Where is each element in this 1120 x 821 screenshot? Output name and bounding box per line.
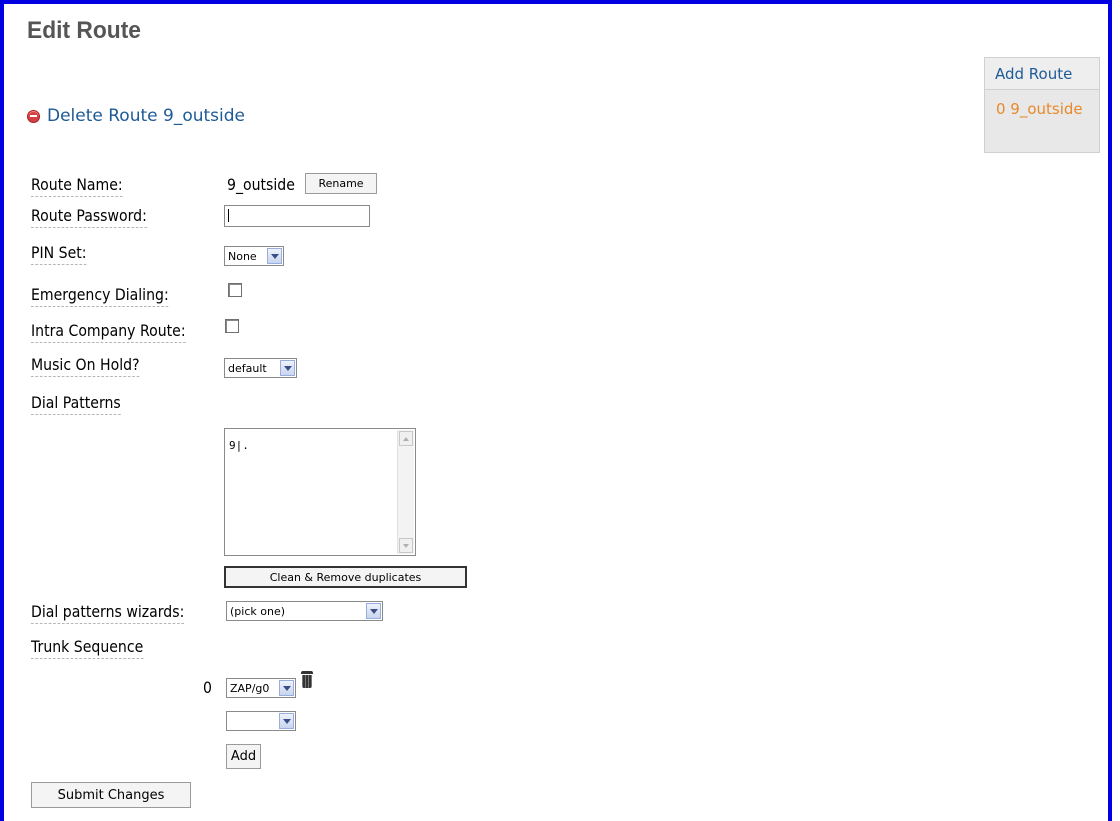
chevron-down-icon bbox=[279, 680, 294, 696]
intra-company-route-label: Intra Company Route: bbox=[31, 321, 186, 343]
dial-patterns-label: Dial Patterns bbox=[31, 393, 121, 415]
dial-patterns-value: 9|. bbox=[229, 439, 249, 452]
add-route-label: Add Route bbox=[995, 64, 1073, 83]
trunk-select[interactable]: ZAP/g0 bbox=[226, 678, 296, 698]
scroll-down-icon[interactable] bbox=[399, 538, 413, 553]
dial-patterns-wizards-label: Dial patterns wizards: bbox=[31, 602, 185, 624]
route-name-value: 9_outside bbox=[227, 175, 295, 194]
trunk-sequence-index: 0 bbox=[203, 678, 212, 697]
delete-route-label: Delete Route 9_outside bbox=[47, 106, 245, 126]
dial-patterns-wizards-value: (pick one) bbox=[230, 604, 286, 618]
scroll-up-icon[interactable] bbox=[399, 431, 413, 446]
route-name-label: Route Name: bbox=[31, 175, 123, 197]
chevron-down-icon bbox=[280, 360, 295, 376]
emergency-dialing-checkbox[interactable] bbox=[228, 283, 242, 297]
dial-patterns-textarea[interactable]: 9|. bbox=[224, 428, 416, 556]
trash-icon[interactable] bbox=[301, 671, 313, 688]
route-password-label: Route Password: bbox=[31, 206, 147, 228]
trunk-sequence-label: Trunk Sequence bbox=[31, 637, 144, 659]
clean-remove-duplicates-button[interactable]: Clean & Remove duplicates bbox=[224, 566, 467, 588]
trunk-select-value: ZAP/g0 bbox=[230, 681, 270, 695]
page-title: Edit Route bbox=[27, 17, 141, 44]
sidebar-route-label: 0 9_outside bbox=[996, 100, 1083, 118]
chevron-down-icon bbox=[267, 248, 282, 264]
music-on-hold-label: Music On Hold? bbox=[31, 355, 140, 377]
trash-can bbox=[302, 675, 312, 688]
add-trunk-button[interactable]: Add bbox=[226, 744, 261, 769]
music-on-hold-value: default bbox=[228, 361, 267, 375]
new-trunk-select[interactable] bbox=[226, 711, 296, 731]
sidebar-item-route[interactable]: 0 9_outside bbox=[985, 90, 1099, 118]
pin-set-label: PIN Set: bbox=[31, 243, 87, 265]
route-sidebar: Add Route 0 9_outside bbox=[984, 57, 1100, 153]
dial-patterns-wizards-select[interactable]: (pick one) bbox=[226, 601, 383, 621]
route-password-input[interactable] bbox=[224, 205, 370, 227]
chevron-down-icon bbox=[279, 713, 294, 729]
text-caret bbox=[228, 209, 229, 222]
submit-changes-button[interactable]: Submit Changes bbox=[31, 782, 191, 808]
music-on-hold-select[interactable]: default bbox=[224, 358, 297, 378]
delete-route-link[interactable]: Delete Route 9_outside bbox=[27, 106, 245, 126]
rename-button[interactable]: Rename bbox=[305, 173, 377, 194]
delete-icon bbox=[27, 109, 40, 123]
trash-lid bbox=[301, 671, 313, 674]
emergency-dialing-label: Emergency Dialing: bbox=[31, 285, 169, 307]
pin-set-value: None bbox=[228, 249, 257, 263]
add-route-link[interactable]: Add Route bbox=[985, 58, 1099, 90]
chevron-down-icon bbox=[366, 603, 381, 619]
intra-company-route-checkbox[interactable] bbox=[225, 319, 239, 333]
textarea-scrollbar[interactable] bbox=[397, 430, 414, 554]
pin-set-select[interactable]: None bbox=[224, 246, 284, 266]
